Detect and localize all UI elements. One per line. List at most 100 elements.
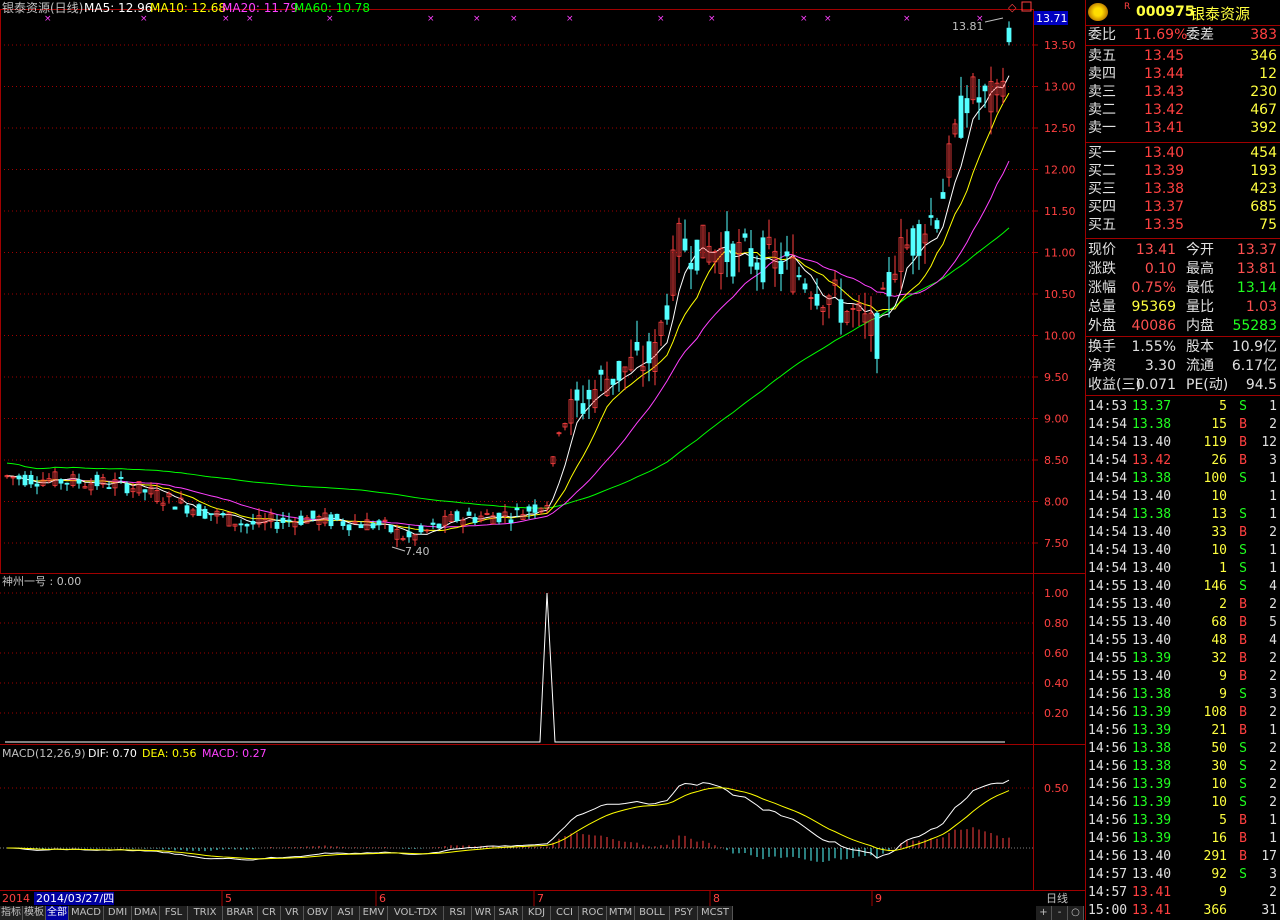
event-marker-icon[interactable]: ×: [510, 14, 518, 24]
tab-mcst[interactable]: MCST: [698, 906, 733, 920]
tab-boll[interactable]: BOLL: [635, 906, 670, 920]
tab-全部[interactable]: 全部: [46, 906, 69, 920]
tab-obv[interactable]: OBV: [304, 906, 332, 920]
cursor-date: 2014/03/27/四: [36, 892, 114, 905]
ask-volume: 230: [1250, 84, 1277, 100]
candle-body: [964, 98, 970, 114]
tick-row: 14:56 13.39 16 B 1: [1086, 830, 1280, 848]
tick-volume: 146: [1203, 579, 1227, 594]
tab-dmi[interactable]: DMI: [104, 906, 132, 920]
tab-kdj[interactable]: KDJ: [523, 906, 551, 920]
tick-volume: 9: [1219, 885, 1227, 900]
tick-count: 2: [1269, 885, 1277, 900]
candle-body: [916, 224, 922, 256]
tab-cr[interactable]: CR: [258, 906, 281, 920]
tab-rsi[interactable]: RSI: [444, 906, 472, 920]
tab-emv[interactable]: EMV: [360, 906, 388, 920]
tab-dma[interactable]: DMA: [132, 906, 160, 920]
candle-body: [958, 95, 964, 138]
tab-vol-tdx[interactable]: VOL-TDX: [388, 906, 444, 920]
tick-count: 1: [1269, 471, 1277, 486]
candle-body: [238, 523, 244, 526]
tab-psy[interactable]: PSY: [670, 906, 698, 920]
event-marker-icon[interactable]: ×: [140, 14, 148, 24]
event-marker-icon[interactable]: ×: [824, 14, 832, 24]
tick-time: 14:55: [1088, 597, 1128, 612]
tick-direction: B: [1239, 813, 1247, 828]
tab-指标[interactable]: 指标: [0, 906, 23, 920]
tick-time: 14:56: [1088, 759, 1128, 774]
tick-price: 13.39: [1132, 777, 1172, 792]
fundamental-label: 收益(三): [1088, 377, 1141, 393]
quote-row: 涨跌 0.10 最高 13.81: [1086, 260, 1280, 278]
tick-time: 14:54: [1088, 525, 1128, 540]
diamond-icon[interactable]: ◇: [1008, 1, 1017, 14]
tick-direction: S: [1239, 687, 1247, 702]
tab-mtm[interactable]: MTM: [607, 906, 635, 920]
order-diff-value: 383: [1250, 27, 1277, 43]
price-tick-label: 10.00: [1044, 330, 1076, 343]
tab-模板[interactable]: 模板: [23, 906, 46, 920]
tick-row: 14:54 13.40 10 S 1: [1086, 542, 1280, 560]
separator: [1086, 336, 1280, 337]
candle-body: [634, 341, 640, 351]
event-marker-icon[interactable]: ×: [326, 14, 334, 24]
bid-label: 买三: [1088, 181, 1116, 197]
ask-price: 13.42: [1144, 102, 1185, 118]
tab-sar[interactable]: SAR: [495, 906, 523, 920]
event-marker-icon[interactable]: ×: [566, 14, 574, 24]
tab-wr[interactable]: WR: [472, 906, 495, 920]
macd-dea: DEA: 0.56: [142, 747, 196, 760]
event-marker-icon[interactable]: ×: [222, 14, 230, 24]
tick-row: 14:55 13.40 48 B 4: [1086, 632, 1280, 650]
tick-price: 13.40: [1132, 849, 1172, 864]
tick-price: 13.40: [1132, 489, 1172, 504]
tick-price: 13.40: [1132, 615, 1172, 630]
reset-button[interactable]: ○: [1068, 906, 1084, 920]
tick-direction: S: [1239, 777, 1247, 792]
x-axis-start: 2014: [2, 892, 30, 905]
ask-volume: 392: [1250, 120, 1277, 136]
tick-volume: 32: [1211, 651, 1227, 666]
ask-label: 卖二: [1088, 102, 1116, 118]
tab-asi[interactable]: ASI: [332, 906, 360, 920]
tick-time: 14:57: [1088, 867, 1128, 882]
price-tick-label: 10.50: [1044, 288, 1076, 301]
event-marker-icon[interactable]: ×: [708, 14, 716, 24]
zoom-out-button[interactable]: -: [1052, 906, 1068, 920]
bid-label: 买五: [1088, 217, 1116, 233]
tick-direction: B: [1239, 831, 1247, 846]
tick-count: 17: [1261, 849, 1277, 864]
tick-volume: 9: [1219, 669, 1227, 684]
tab-roc[interactable]: ROC: [579, 906, 607, 920]
bid-volume: 423: [1250, 181, 1277, 197]
tab-cci[interactable]: CCI: [551, 906, 579, 920]
zoom-in-button[interactable]: +: [1036, 906, 1052, 920]
tab-fsl[interactable]: FSL: [160, 906, 188, 920]
event-marker-icon[interactable]: ×: [473, 14, 481, 24]
event-marker-icon[interactable]: ×: [903, 14, 911, 24]
tab-brar[interactable]: BRAR: [223, 906, 258, 920]
fundamental-value: 94.5: [1245, 377, 1277, 393]
tick-count: 2: [1269, 597, 1277, 612]
event-marker-icon[interactable]: ×: [657, 14, 665, 24]
event-marker-icon[interactable]: ×: [44, 14, 52, 24]
event-marker-icon[interactable]: ×: [246, 14, 254, 24]
tab-trix[interactable]: TRIX: [188, 906, 223, 920]
tab-vr[interactable]: VR: [281, 906, 304, 920]
month-label: 6: [379, 892, 386, 905]
candle-body: [694, 239, 700, 271]
tick-volume: 9: [1219, 687, 1227, 702]
quote-label: 涨跌: [1088, 261, 1116, 277]
ask-volume: 12: [1259, 66, 1277, 82]
event-marker-icon[interactable]: ×: [800, 14, 808, 24]
candle-body: [274, 522, 280, 529]
kline-chart-area[interactable]: 13.50 13.00 12.50 12.00 11.50 11.00 10.50 10.00…: [0, 0, 1085, 920]
stock-name: 银泰资源: [1190, 5, 1251, 23]
tab-macd[interactable]: MACD: [69, 906, 104, 920]
period-label[interactable]: 日线: [1046, 891, 1068, 905]
low-price-marker: 7.40: [405, 545, 430, 558]
event-marker-icon[interactable]: ×: [427, 14, 435, 24]
candle-body: [298, 515, 304, 525]
moving-average: [6, 227, 1010, 509]
